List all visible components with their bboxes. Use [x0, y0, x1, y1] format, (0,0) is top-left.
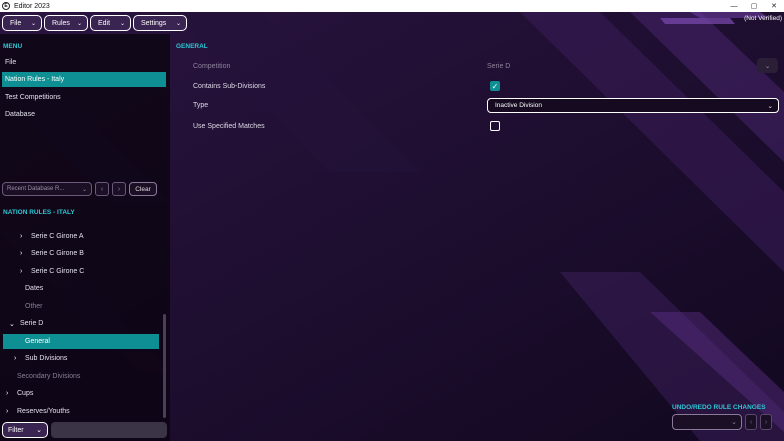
recent-database-label: Recent Database R... [7, 186, 65, 192]
chevron-right-icon: › [14, 355, 17, 362]
check-icon: ✓ [491, 81, 499, 91]
contains-subdivisions-checkbox[interactable]: ✓ [490, 81, 500, 91]
type-label: Type [193, 102, 209, 109]
tree-item-label: General [25, 338, 50, 345]
tree-item-secondary-divisions[interactable]: Secondary Divisions [17, 369, 80, 384]
chevron-down-icon: ⌄ [767, 102, 773, 110]
recent-prev-button[interactable]: ‹ [95, 182, 109, 196]
chevron-down-icon: ⌄ [76, 20, 82, 27]
recent-database-select[interactable]: Recent Database R... ⌄ [2, 182, 92, 196]
top-menu-bar: File ⌄ Rules ⌄ Edit ⌄ Settings ⌄ [0, 12, 784, 34]
settings-menu-button[interactable]: Settings ⌄ [133, 15, 187, 31]
competition-label: Competition [193, 63, 231, 70]
chevron-down-icon: ⌄ [30, 20, 36, 27]
recent-database-row: Recent Database R... ⌄ ‹ › Clear [2, 182, 157, 197]
window-titlebar: E Editor 2023 — ▢ ✕ [0, 0, 784, 12]
tree-item-label: Serie C Girone C [31, 268, 85, 275]
undo-redo-select[interactable]: ⌄ [672, 414, 742, 430]
menu-item-file[interactable]: File [2, 55, 166, 70]
file-menu-label: File [10, 19, 22, 27]
tree-item-label: Secondary Divisions [17, 373, 81, 380]
competition-value: Serie D [487, 63, 511, 70]
settings-menu-label: Settings [141, 19, 167, 27]
chevron-down-icon: ⌄ [9, 320, 15, 328]
general-header: GENERAL [176, 43, 208, 50]
clear-button[interactable]: Clear [129, 182, 157, 196]
use-specified-matches-label: Use Specified Matches [193, 123, 265, 130]
filter-row: Filter ⌄ [2, 422, 167, 438]
tree-item-label: Serie D [20, 320, 44, 327]
rules-menu-button[interactable]: Rules ⌄ [44, 15, 88, 31]
menu-item-nation-rules-italy[interactable]: Nation Rules - Italy [2, 72, 166, 87]
tree-item-general[interactable]: General [3, 334, 159, 349]
type-value: Inactive Division [495, 102, 542, 109]
minimize-button[interactable]: — [724, 0, 744, 12]
filter-button[interactable]: Filter ⌄ [2, 422, 48, 438]
menu-item-database[interactable]: Database [2, 107, 166, 122]
app-icon: E [2, 2, 10, 10]
use-specified-matches-checkbox[interactable] [490, 121, 500, 131]
chevron-down-icon: ⌄ [36, 427, 42, 434]
close-button[interactable]: ✕ [764, 0, 784, 12]
recent-next-button[interactable]: › [112, 182, 126, 196]
menu-item-label: Database [5, 111, 35, 118]
filter-input[interactable] [51, 422, 167, 438]
maximize-button[interactable]: ▢ [744, 0, 764, 12]
verification-status: (Not Verified) [744, 15, 782, 22]
redo-button[interactable]: › [760, 414, 772, 430]
chevron-down-icon: ⌄ [119, 20, 125, 27]
undo-button[interactable]: ‹ [745, 414, 757, 430]
tree-item-serie-c-girone-b[interactable]: › Serie C Girone B [20, 246, 84, 261]
tree-item-label: Dates [25, 285, 44, 292]
tree-item-label: Other [25, 303, 43, 310]
tree-item-serie-c-girone-a[interactable]: › Serie C Girone A [20, 229, 84, 244]
chevron-down-icon: ⌄ [175, 20, 181, 27]
menu-item-test-competitions[interactable]: Test Competitions [2, 90, 166, 105]
type-select[interactable]: Inactive Division ⌄ [487, 98, 779, 113]
tree-item-cups[interactable]: › Cups [6, 386, 33, 401]
nation-rules-header: NATION RULES - ITALY [3, 209, 75, 216]
contains-subdivisions-label: Contains Sub-Divisions [193, 83, 266, 90]
edit-menu-button[interactable]: Edit ⌄ [90, 15, 131, 31]
chevron-right-icon: › [20, 233, 23, 240]
menu-item-label: File [5, 59, 17, 66]
filter-label: Filter [8, 426, 24, 434]
tree-item-dates[interactable]: Dates [25, 281, 43, 296]
tree-item-other[interactable]: Other [25, 299, 43, 314]
tree-item-serie-c-girone-c[interactable]: › Serie C Girone C [20, 264, 84, 279]
window-title: Editor 2023 [14, 2, 50, 10]
file-menu-button[interactable]: File ⌄ [2, 15, 42, 31]
window-controls: — ▢ ✕ [724, 0, 784, 12]
tree-item-reserves-youths[interactable]: › Reserves/Youths [6, 404, 70, 419]
undo-redo-row: ⌄ ‹ › [672, 414, 772, 430]
tree-item-label: Serie C Girone B [31, 250, 84, 257]
menu-item-label: Nation Rules - Italy [5, 76, 65, 83]
chevron-right-icon: › [20, 268, 23, 275]
tree-item-label: Serie C Girone A [31, 233, 84, 240]
tree-item-label: Reserves/Youths [17, 408, 70, 415]
tree-scrollbar[interactable] [163, 314, 166, 418]
tree-item-label: Cups [17, 390, 34, 397]
edit-menu-label: Edit [98, 19, 111, 27]
chevron-down-icon: ⌄ [731, 419, 737, 426]
tree-item-serie-d[interactable]: ⌄ Serie D [9, 316, 43, 331]
chevron-right-icon: › [20, 250, 23, 257]
competition-dropdown[interactable]: ⌄ [757, 58, 778, 73]
chevron-right-icon: › [6, 408, 9, 415]
tree-item-sub-divisions[interactable]: › Sub Divisions [14, 351, 67, 366]
rules-menu-label: Rules [52, 19, 70, 27]
menu-item-label: Test Competitions [5, 94, 61, 101]
chevron-down-icon: ⌄ [81, 186, 87, 193]
chevron-right-icon: › [6, 390, 9, 397]
tree-item-label: Sub Divisions [25, 355, 68, 362]
menu-header: MENU [3, 43, 23, 50]
undo-redo-header: UNDO/REDO RULE CHANGES [672, 404, 766, 411]
